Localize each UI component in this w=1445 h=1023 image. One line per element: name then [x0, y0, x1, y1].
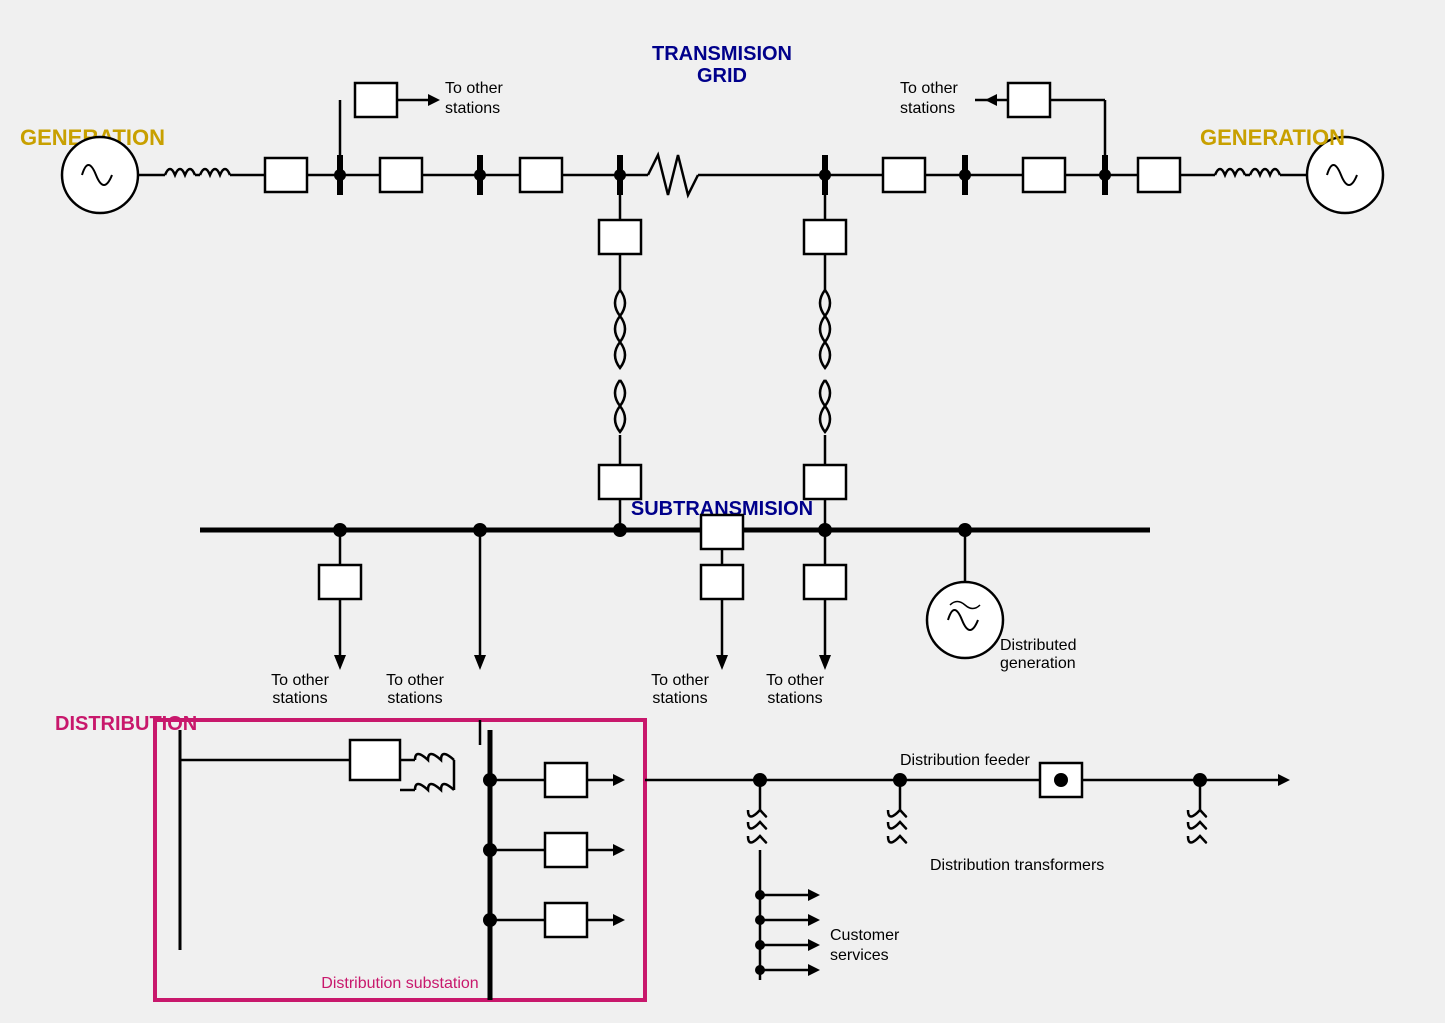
box-sub-middle [701, 515, 743, 549]
customer-services-label-2: services [830, 947, 889, 964]
box3-right [883, 158, 925, 192]
to-other-label-left-sub: To other [386, 672, 444, 689]
box-step-right-2 [804, 465, 846, 499]
box3-left [520, 158, 562, 192]
to-other-stations-left-1b: stations [272, 690, 327, 707]
box-dist-left-1 [319, 565, 361, 599]
distributed-gen-label: Distributed [1000, 637, 1076, 654]
sub-trans-box [350, 740, 400, 780]
to-other-stations-mid: To other [651, 672, 709, 689]
sub-out-box-1 [545, 763, 587, 797]
box2-right [1023, 158, 1065, 192]
box-step-left-1 [599, 220, 641, 254]
sub-out-box-2 [545, 833, 587, 867]
to-other-stations-right-1: To other [766, 672, 824, 689]
box-up-left [355, 83, 397, 117]
generator-left [62, 137, 138, 213]
customer-services-label: Customer [830, 927, 900, 944]
distribution-transformers-label: Distribution transformers [930, 857, 1104, 874]
box-up-right [1008, 83, 1050, 117]
box-step-left-2 [599, 465, 641, 499]
to-other-stations-label-top-left2: stations [445, 100, 500, 117]
box-step-right-1 [804, 220, 846, 254]
to-other-stations-right-1b: stations [767, 690, 822, 707]
distributed-gen-label-2: generation [1000, 655, 1076, 672]
to-other-stations-label-top-right2: stations [900, 100, 955, 117]
to-other-stations-label-top-left: To other [445, 80, 503, 97]
generation-label-right: GENERATION [1200, 125, 1345, 150]
transmission-grid-label2: GRID [697, 65, 747, 87]
dist-gen-circle [927, 582, 1003, 658]
distribution-label: DISTRIBUTION [55, 713, 197, 735]
dot-sub-3 [613, 523, 627, 537]
dot-feeder-3 [1054, 773, 1068, 787]
box-dist-right-1 [804, 565, 846, 599]
to-other-stations-label-top-right: To other [900, 80, 958, 97]
box2-left [380, 158, 422, 192]
distribution-substation-label: Distribution substation [321, 975, 478, 992]
to-other-label-left-sub-2: stations [387, 690, 442, 707]
box1-right [1138, 158, 1180, 192]
sub-out-box-3 [545, 903, 587, 937]
transmission-grid-label: TRANSMISION [652, 43, 792, 65]
distribution-feeder-label: Distribution feeder [900, 752, 1031, 769]
box1-left [265, 158, 307, 192]
to-other-stations-mid-b: stations [652, 690, 707, 707]
box-dist-mid [701, 565, 743, 599]
to-other-stations-left-1: To other [271, 672, 329, 689]
